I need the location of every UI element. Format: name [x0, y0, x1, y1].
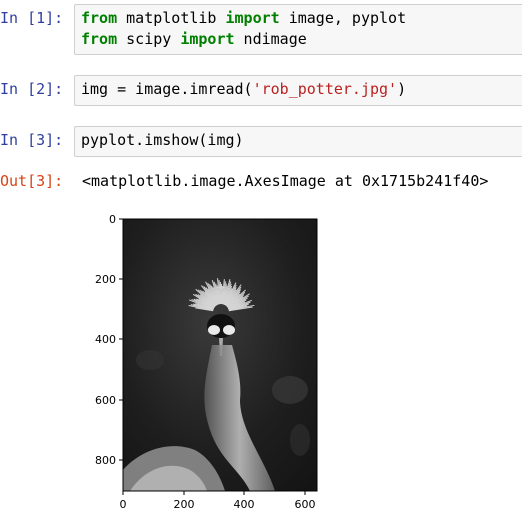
crane-cheek: [223, 325, 235, 335]
x-tick-label: 600: [295, 498, 316, 511]
y-tick-label: 0: [109, 213, 116, 226]
y-tick-label: 200: [95, 273, 116, 286]
plot-image: [123, 219, 317, 491]
x-tick-label: 0: [120, 498, 127, 511]
bokeh-blob: [136, 350, 164, 370]
x-tick-label: 200: [174, 498, 195, 511]
y-tick-label: 400: [95, 333, 116, 346]
plot-figure: 0 200 400 600 800 0 200 400 600: [95, 213, 318, 511]
bokeh-blob: [272, 376, 308, 404]
y-tick-label: 600: [95, 394, 116, 407]
y-axis: 0 200 400 600 800: [95, 213, 123, 467]
crane-cheek: [208, 325, 220, 335]
x-tick-label: 400: [234, 498, 255, 511]
y-tick-label: 800: [95, 454, 116, 467]
bokeh-blob: [290, 424, 310, 456]
x-axis: 0 200 400 600: [120, 491, 316, 511]
